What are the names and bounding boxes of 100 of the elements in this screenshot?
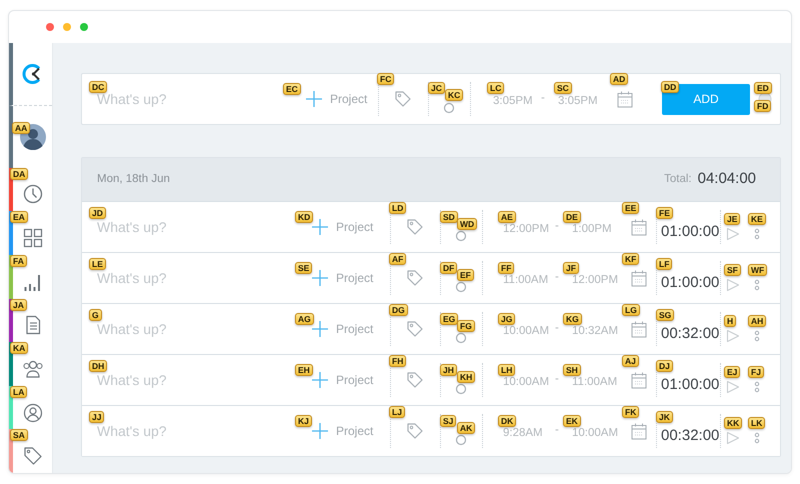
start-time[interactable]: 10:00AM bbox=[503, 324, 550, 338]
time-separator: - bbox=[555, 372, 559, 388]
hint-label: JH bbox=[440, 364, 457, 376]
hint-label: ED bbox=[754, 82, 772, 94]
play-icon[interactable] bbox=[726, 278, 740, 292]
duration[interactable]: 00:32:00 bbox=[661, 428, 720, 444]
time-separator: - bbox=[541, 91, 545, 106]
hint-label: FC bbox=[377, 73, 394, 85]
window-control[interactable] bbox=[46, 23, 54, 31]
hint-label: AK bbox=[457, 422, 476, 434]
tag-icon[interactable] bbox=[406, 269, 424, 287]
calendar-icon[interactable] bbox=[631, 320, 647, 338]
hint-label: AD bbox=[610, 73, 628, 85]
end-time[interactable]: 10:32AM bbox=[572, 324, 618, 338]
more-icon[interactable] bbox=[754, 226, 760, 242]
hint-label: LC bbox=[487, 82, 504, 94]
grid-icon[interactable] bbox=[22, 228, 42, 248]
user-icon[interactable] bbox=[22, 402, 42, 423]
more-icon[interactable] bbox=[754, 430, 760, 446]
hint-label: SJ bbox=[440, 415, 456, 427]
project-button[interactable]: Project bbox=[312, 422, 374, 440]
people-icon[interactable] bbox=[22, 358, 44, 379]
clock-icon[interactable] bbox=[22, 184, 42, 204]
window-control[interactable] bbox=[63, 23, 71, 31]
hint-label: JE bbox=[724, 213, 740, 225]
hint-label: DC bbox=[89, 81, 108, 93]
project-button[interactable]: Project bbox=[312, 320, 374, 338]
end-time[interactable]: 10:00AM bbox=[572, 426, 618, 440]
hint-label: AJ bbox=[622, 355, 639, 367]
tag-icon[interactable] bbox=[406, 422, 424, 440]
hint-label: KJ bbox=[295, 415, 312, 427]
window-control[interactable] bbox=[80, 23, 88, 31]
hint-label: LA bbox=[10, 386, 28, 398]
description-field[interactable]: What's up? bbox=[97, 370, 247, 390]
hint-label: H bbox=[724, 315, 736, 327]
hint-label: LK bbox=[748, 417, 766, 429]
hint-label: JC bbox=[428, 82, 445, 94]
play-icon[interactable] bbox=[726, 329, 740, 343]
project-button[interactable]: Project bbox=[306, 90, 368, 108]
calendar-icon[interactable] bbox=[631, 270, 647, 286]
hint-label: KF bbox=[622, 253, 640, 265]
start-time[interactable]: 3:05PM bbox=[493, 94, 533, 108]
hint-label: DA bbox=[10, 168, 28, 180]
hint-label: EE bbox=[622, 202, 640, 214]
hint-label: DF bbox=[440, 262, 458, 274]
hint-label: KG bbox=[563, 313, 582, 325]
duration[interactable]: 00:32:00 bbox=[661, 326, 720, 342]
calendar-icon[interactable] bbox=[631, 422, 647, 440]
calendar-icon[interactable] bbox=[631, 218, 647, 236]
description-field[interactable]: What's up? bbox=[97, 318, 247, 340]
end-time[interactable]: 1:00PM bbox=[572, 222, 612, 236]
project-button[interactable]: Project bbox=[312, 218, 374, 236]
description-field[interactable]: What's up? bbox=[97, 216, 247, 238]
tag-icon[interactable] bbox=[406, 218, 424, 236]
more-icon[interactable] bbox=[754, 328, 760, 344]
hint-label: FF bbox=[498, 262, 514, 274]
plus-icon bbox=[312, 270, 328, 286]
hint-label: G bbox=[89, 309, 102, 321]
start-time[interactable]: 10:00AM bbox=[503, 376, 550, 388]
hint-label: JD bbox=[89, 207, 106, 219]
tag-icon[interactable] bbox=[406, 320, 424, 338]
project-button[interactable]: Project bbox=[312, 269, 374, 287]
more-icon[interactable] bbox=[754, 277, 760, 293]
hint-label: KH bbox=[457, 371, 476, 383]
plus-icon bbox=[312, 321, 328, 337]
duration[interactable]: 01:00:00 bbox=[661, 224, 720, 240]
start-time[interactable]: 11:00AM bbox=[503, 274, 548, 286]
start-time[interactable]: 9:28AM bbox=[503, 426, 543, 440]
start-time[interactable]: 12:00PM bbox=[503, 222, 550, 236]
hint-label: JJ bbox=[89, 411, 104, 423]
tag-icon[interactable] bbox=[394, 90, 412, 108]
hint-label: JG bbox=[498, 313, 516, 325]
more-icon[interactable] bbox=[754, 379, 760, 395]
hint-label: SC bbox=[554, 82, 572, 94]
hint-label: EK bbox=[563, 415, 581, 427]
time-separator: - bbox=[555, 423, 559, 438]
hint-label: LH bbox=[498, 364, 516, 376]
tag-icon[interactable] bbox=[22, 446, 42, 466]
hint-label: SG bbox=[656, 309, 674, 321]
play-icon[interactable] bbox=[726, 380, 740, 394]
description-field[interactable]: What's up? bbox=[97, 268, 247, 288]
duration[interactable]: 01:00:00 bbox=[661, 275, 720, 291]
tag-icon[interactable] bbox=[406, 371, 424, 389]
end-time[interactable]: 12:00PM bbox=[572, 274, 618, 286]
calendar-icon[interactable] bbox=[617, 90, 633, 108]
end-time[interactable]: 11:00AM bbox=[572, 376, 618, 388]
hint-label: SA bbox=[10, 429, 28, 442]
project-button[interactable]: Project bbox=[312, 371, 374, 389]
date-label: Mon, 18th Jun bbox=[97, 172, 170, 187]
hint-label: SE bbox=[295, 262, 312, 274]
plus-icon bbox=[312, 423, 328, 439]
hint-label: KC bbox=[445, 89, 464, 101]
play-icon[interactable] bbox=[726, 227, 740, 241]
play-icon[interactable] bbox=[726, 431, 740, 445]
hint-label: EG bbox=[440, 313, 458, 325]
hint-label: AF bbox=[389, 253, 406, 265]
calendar-icon[interactable] bbox=[631, 372, 647, 388]
description-field[interactable]: What's up? bbox=[97, 420, 247, 442]
end-time[interactable]: 3:05PM bbox=[558, 94, 598, 108]
duration[interactable]: 01:00:00 bbox=[661, 377, 720, 393]
